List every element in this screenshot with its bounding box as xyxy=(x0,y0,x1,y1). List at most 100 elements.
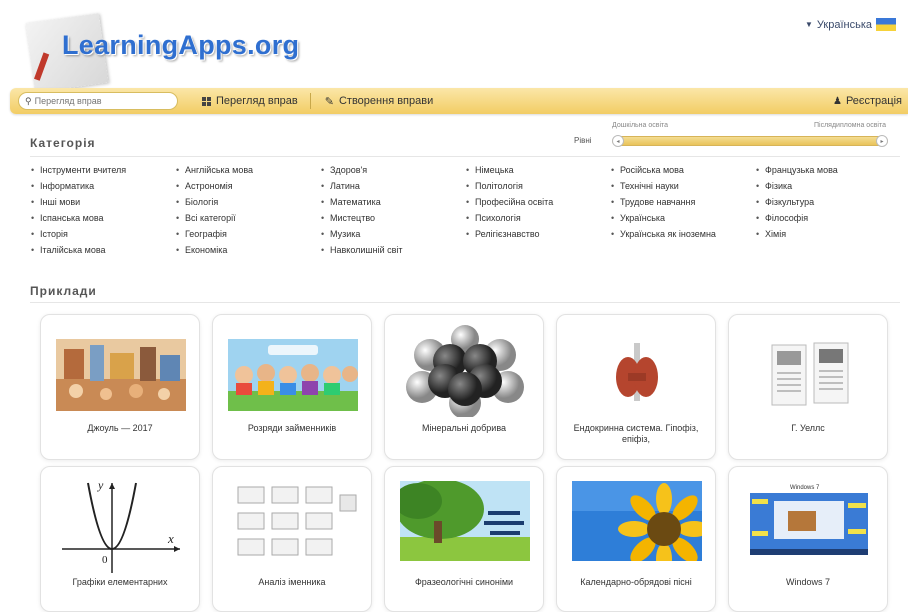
slider-max-handle[interactable]: ▸ xyxy=(876,135,888,147)
card-caption: Windows 7 xyxy=(785,577,830,587)
register-link[interactable]: ♟ Реєстрація xyxy=(833,95,902,107)
example-card[interactable]: Мінеральні добрива xyxy=(384,314,544,460)
category-link[interactable]: Біологія xyxy=(175,194,320,210)
example-card[interactable]: y x 0 Графіки елементарних xyxy=(40,466,200,612)
category-link[interactable]: Історія xyxy=(30,226,175,242)
card-caption: Фразеологічні синоніми xyxy=(414,577,514,587)
card-caption: Аналіз іменника xyxy=(258,577,326,587)
category-link[interactable]: Астрономія xyxy=(175,178,320,194)
examples-divider xyxy=(30,302,900,303)
category-link[interactable]: Навколишній світ xyxy=(320,242,465,258)
card-caption: Ендокринна система. Гіпофіз, епіфіз, xyxy=(573,423,699,444)
category-column: Німецька Політологія Професійна освіта П… xyxy=(465,162,610,258)
category-column: Французька мова Фізика Фізкультура Філос… xyxy=(755,162,900,258)
category-link[interactable]: Музика xyxy=(320,226,465,242)
card-caption: Графіки елементарних xyxy=(72,577,168,587)
logo[interactable]: LearningApps.org xyxy=(20,10,320,93)
category-link[interactable]: Українська як іноземна xyxy=(610,226,730,242)
category-link[interactable]: Українська xyxy=(610,210,755,226)
category-link[interactable]: Латина xyxy=(320,178,465,194)
category-link[interactable]: Географія xyxy=(175,226,320,242)
windows-thumb-title: Windows 7 xyxy=(790,485,820,491)
x-axis-label: x xyxy=(167,531,174,546)
category-link[interactable]: Французька мова xyxy=(755,162,900,178)
example-card[interactable]: Фразеологічні синоніми xyxy=(384,466,544,612)
category-link[interactable]: Мистецтво xyxy=(320,210,465,226)
category-link[interactable]: Англійська мова xyxy=(175,162,320,178)
category-link[interactable]: Фізика xyxy=(755,178,900,194)
slider-min-handle[interactable]: ◂ xyxy=(612,135,624,147)
categories-title: Категорія xyxy=(30,136,96,150)
category-link[interactable]: Німецька xyxy=(465,162,610,178)
example-card[interactable]: Календарно-обрядові пісні xyxy=(556,466,716,612)
person-icon: ♟ xyxy=(832,95,842,107)
example-card[interactable]: Windows 7 Windows 7 xyxy=(728,466,888,612)
category-link[interactable]: Здоров'я xyxy=(320,162,465,178)
windows-screen-thumb: Windows 7 xyxy=(744,481,874,561)
children-banner-thumb xyxy=(228,339,358,411)
illustration-thumb xyxy=(56,339,186,411)
y-axis-label: y xyxy=(97,479,104,492)
category-link[interactable]: Інші мови xyxy=(30,194,175,210)
create-exercise-link[interactable]: ✎ Створення вправи xyxy=(325,95,433,108)
category-link[interactable]: Психологія xyxy=(465,210,610,226)
card-caption: Джоуль — 2017 xyxy=(87,423,153,433)
language-label: Українська xyxy=(816,18,872,31)
browse-label: Перегляд вправ xyxy=(216,95,298,107)
search-box[interactable]: ⚲ xyxy=(18,92,178,110)
logo-text: LearningApps.org xyxy=(62,30,300,60)
ukraine-flag-icon xyxy=(876,18,896,31)
age-all-label: Рівні xyxy=(574,136,592,145)
category-link[interactable]: Інструменти вчителя xyxy=(30,162,175,178)
cards-thumb xyxy=(228,481,358,561)
category-link[interactable]: Філософія xyxy=(755,210,900,226)
search-icon: ⚲ xyxy=(25,95,32,106)
category-link[interactable]: Релігієзнавство xyxy=(465,226,610,242)
age-range-slider[interactable]: ◂ ▸ xyxy=(612,135,888,147)
category-link[interactable]: Хімія xyxy=(755,226,900,242)
category-column: Здоров'я Латина Математика Мистецтво Муз… xyxy=(320,162,465,258)
card-caption: Календарно-обрядові пісні xyxy=(580,577,692,587)
card-caption: Розряди займенників xyxy=(247,423,337,433)
origin-label: 0 xyxy=(102,554,108,566)
example-card[interactable]: Ендокринна система. Гіпофіз, епіфіз, xyxy=(556,314,716,460)
category-link[interactable]: Професійна освіта xyxy=(465,194,610,210)
search-input[interactable] xyxy=(34,96,165,106)
category-link[interactable]: Фізкультура xyxy=(755,194,900,210)
thyroid-thumb xyxy=(572,339,702,411)
category-link[interactable]: Політологія xyxy=(465,178,610,194)
category-link[interactable]: Математика xyxy=(320,194,465,210)
create-label: Створення вправи xyxy=(338,95,434,107)
category-link[interactable]: Економіка xyxy=(175,242,320,258)
card-caption: Г. Уеллс xyxy=(791,423,825,433)
browse-exercises-link[interactable]: Перегляд вправ xyxy=(202,95,298,107)
category-link[interactable]: Російська мова xyxy=(610,162,755,178)
categories-divider xyxy=(30,156,900,157)
category-link[interactable]: Інформатика xyxy=(30,178,175,194)
category-link[interactable]: Італійська мова xyxy=(30,242,175,258)
main-toolbar: ⚲ Перегляд вправ ✎ Створення вправи ♟ Ре… xyxy=(10,88,908,114)
category-link[interactable]: Трудове навчання xyxy=(610,194,755,210)
toolbar-divider xyxy=(309,93,311,109)
category-column: Англійська мова Астрономія Біологія Всі … xyxy=(175,162,320,258)
grid-icon xyxy=(202,96,211,106)
example-card[interactable]: Г. Уеллс xyxy=(728,314,888,460)
pencil-icon: ✎ xyxy=(324,95,334,108)
sunflower-thumb xyxy=(572,481,702,561)
example-card[interactable]: Розряди займенників xyxy=(212,314,372,460)
category-link[interactable]: Всі категорії xyxy=(175,210,320,226)
category-link[interactable]: Іспанська мова xyxy=(30,210,175,226)
card-caption: Мінеральні добрива xyxy=(421,423,507,433)
examples-title: Приклади xyxy=(30,284,97,298)
age-level-filter: Дошкільна освіта Післядипломна освіта Рі… xyxy=(572,122,892,152)
example-card[interactable]: Джоуль — 2017 xyxy=(40,314,200,460)
register-label: Реєстрація xyxy=(845,95,902,107)
age-left-label: Дошкільна освіта xyxy=(612,122,669,129)
example-card[interactable]: Аналіз іменника xyxy=(212,466,372,612)
tree-landscape-thumb xyxy=(400,481,530,561)
category-link[interactable]: Технічні науки xyxy=(610,178,755,194)
category-column: Російська мова Технічні науки Трудове на… xyxy=(610,162,755,258)
language-selector[interactable]: ▼ Українська xyxy=(805,18,896,31)
category-column: Інструменти вчителя Інформатика Інші мов… xyxy=(30,162,175,258)
age-right-label: Післядипломна освіта xyxy=(813,122,886,129)
